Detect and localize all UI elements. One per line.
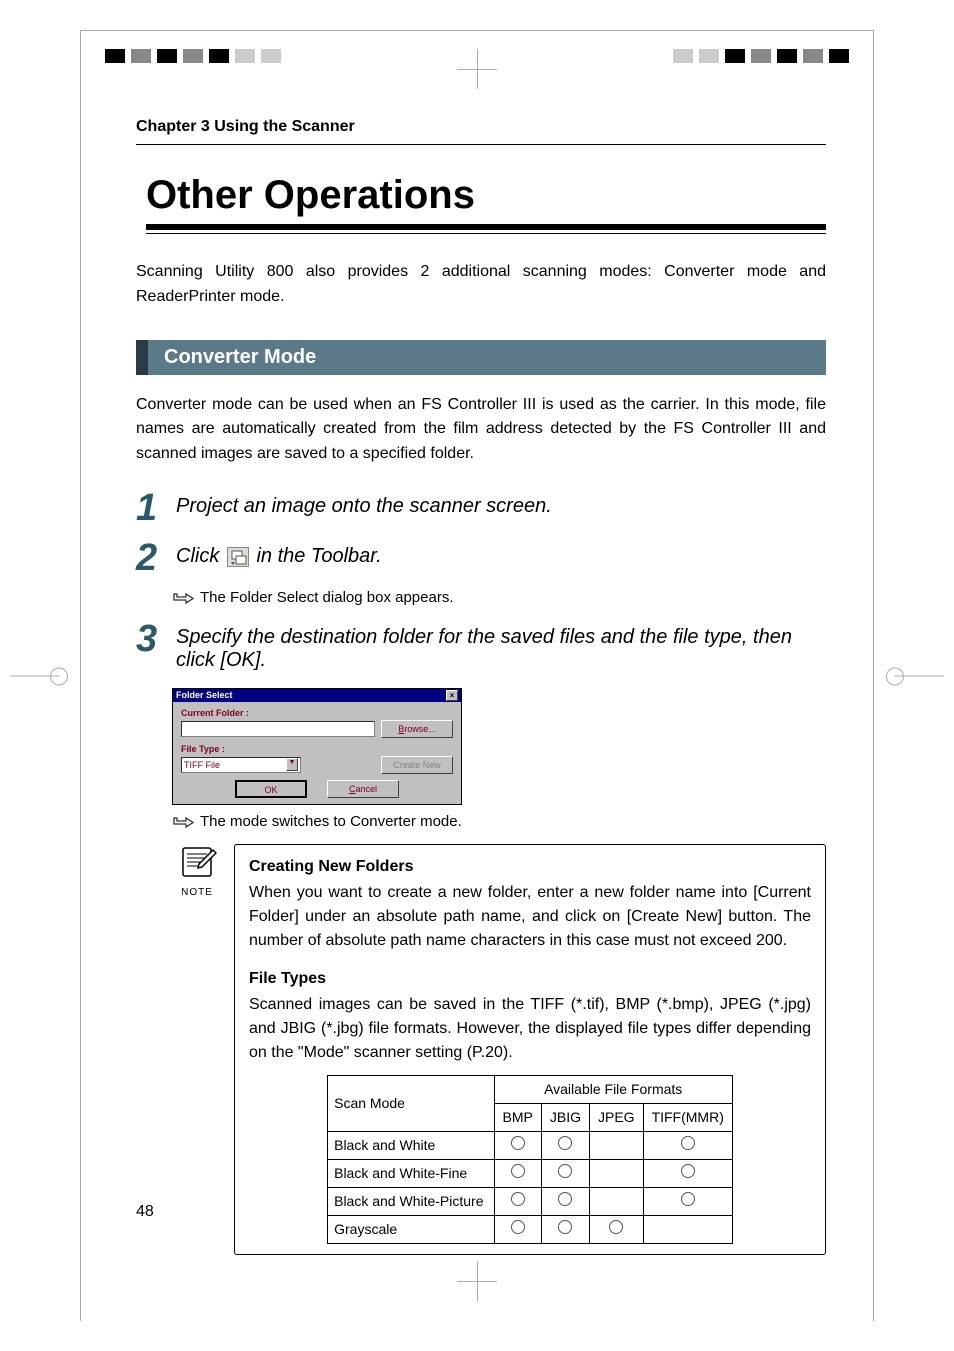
note-content: Creating New Folders When you want to cr…	[234, 844, 826, 1255]
note-paragraph-2: Scanned images can be saved in the TIFF …	[249, 993, 811, 1065]
check-icon	[643, 1159, 732, 1187]
check-icon	[643, 1187, 732, 1215]
page-number: 48	[136, 1203, 154, 1221]
step-3: 3 Specify the destination folder for the…	[136, 620, 826, 676]
page-content: Chapter 3 Using the Scanner Other Operat…	[136, 118, 826, 1255]
note-heading-1: Creating New Folders	[249, 855, 811, 879]
check-icon	[643, 1131, 732, 1159]
table-row: Black and White-Picture	[328, 1187, 733, 1215]
step-title: Project an image onto the scanner screen…	[176, 495, 826, 518]
file-formats-table: Scan Mode Available File Formats BMP JBI…	[327, 1075, 733, 1244]
check-icon	[494, 1187, 541, 1215]
create-new-button[interactable]: Create New	[381, 756, 453, 774]
trim-line	[80, 30, 874, 31]
cancel-button[interactable]: Cancel	[327, 780, 399, 798]
step-2: 2 Click in the Toolbar.	[136, 539, 826, 577]
col-bmp: BMP	[494, 1103, 541, 1131]
col-tiff: TIFF(MMR)	[643, 1103, 732, 1131]
current-folder-input[interactable]	[181, 721, 375, 737]
registration-mark-icon	[457, 49, 497, 89]
table-header-available: Available File Formats	[494, 1075, 732, 1103]
table-header-scanmode: Scan Mode	[328, 1075, 494, 1131]
check-icon	[589, 1215, 643, 1243]
step-1: 1 Project an image onto the scanner scre…	[136, 489, 826, 527]
crop-marks-bottom	[0, 1261, 954, 1291]
step-substep: The Folder Select dialog box appears.	[172, 589, 826, 606]
dialog-titlebar: Folder Select ×	[173, 689, 461, 702]
note-heading-2: File Types	[249, 967, 811, 991]
result-arrow-icon	[172, 591, 194, 606]
section-body: Converter mode can be used when an FS Co…	[136, 393, 826, 467]
folder-select-dialog: Folder Select × Current Folder : Browse.…	[172, 688, 462, 805]
col-jbig: JBIG	[541, 1103, 589, 1131]
section-heading: Converter Mode	[136, 340, 826, 375]
dialog-title-text: Folder Select	[176, 690, 233, 700]
check-icon	[541, 1131, 589, 1159]
step-sub-text: The mode switches to Converter mode.	[200, 813, 462, 830]
col-jpeg: JPEG	[589, 1103, 643, 1131]
page-title: Other Operations	[146, 173, 826, 230]
check-icon	[494, 1131, 541, 1159]
step-substep: The mode switches to Converter mode.	[172, 813, 826, 830]
check-icon	[541, 1159, 589, 1187]
side-crop-mark	[894, 675, 944, 676]
step-text-after: in the Toolbar.	[256, 545, 381, 567]
file-type-label: File Type :	[181, 744, 453, 754]
chevron-down-icon[interactable]: ▼	[286, 758, 298, 771]
chapter-header: Chapter 3 Using the Scanner	[136, 118, 826, 145]
side-crop-mark	[10, 675, 60, 676]
ok-button[interactable]: OK	[235, 780, 307, 798]
browse-button[interactable]: Browse...	[381, 720, 453, 738]
current-folder-label: Current Folder :	[181, 708, 453, 718]
step-number: 1	[136, 489, 176, 527]
check-icon	[541, 1215, 589, 1243]
trim-line	[873, 30, 874, 1321]
step-title: Click in the Toolbar.	[176, 545, 826, 568]
table-row: Grayscale	[328, 1215, 733, 1243]
table-row: Black and White	[328, 1131, 733, 1159]
table-row: Black and White-Fine	[328, 1159, 733, 1187]
note-label: NOTE	[172, 887, 222, 898]
check-icon	[494, 1215, 541, 1243]
check-icon	[494, 1159, 541, 1187]
step-number: 2	[136, 539, 176, 577]
file-type-value: TIFF File	[184, 760, 220, 770]
converter-toolbar-icon	[227, 547, 249, 567]
step-text-before: Click	[176, 545, 225, 567]
intro-paragraph: Scanning Utility 800 also provides 2 add…	[136, 260, 826, 310]
close-icon[interactable]: ×	[446, 690, 458, 701]
crop-marks-top	[0, 49, 954, 79]
step-title: Specify the destination folder for the s…	[176, 626, 826, 672]
note-block: NOTE Creating New Folders When you want …	[172, 844, 826, 1255]
trim-line	[80, 30, 81, 1321]
step-number: 3	[136, 620, 176, 658]
check-icon	[541, 1187, 589, 1215]
result-arrow-icon	[172, 815, 194, 830]
registration-mark-icon	[457, 1261, 497, 1301]
file-type-select[interactable]: TIFF File ▼	[181, 757, 301, 773]
step-sub-text: The Folder Select dialog box appears.	[200, 589, 453, 606]
note-icon	[177, 844, 217, 880]
note-paragraph-1: When you want to create a new folder, en…	[249, 881, 811, 953]
